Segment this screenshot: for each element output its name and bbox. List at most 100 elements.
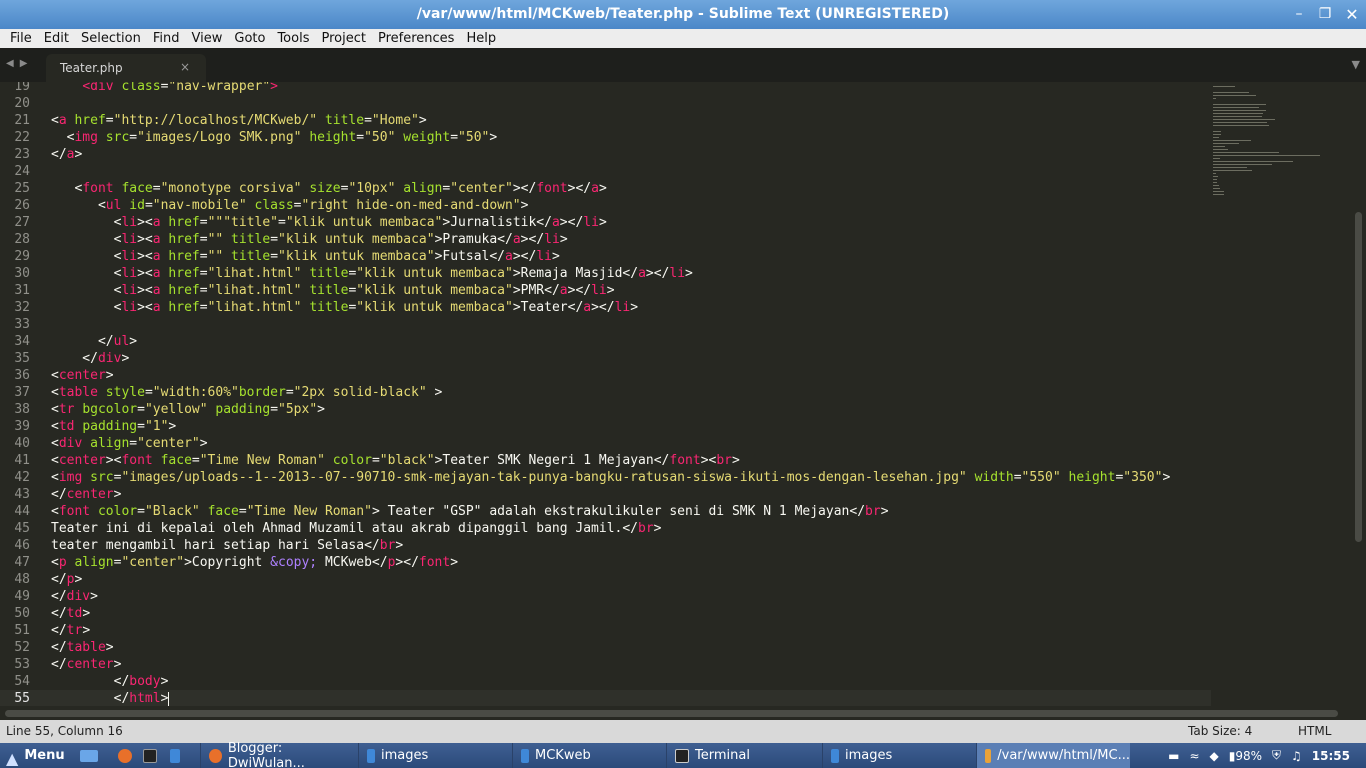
- code-line[interactable]: </center>: [51, 656, 121, 673]
- code-line[interactable]: </body>: [51, 673, 169, 690]
- code-editor[interactable]: 19 20 21 22 23 24 25 26 27 28 29 30 31 32 33 34 35 36 37 38…: [0, 82, 1366, 706]
- code-token: width: [974, 470, 1014, 485]
- minimap[interactable]: [1211, 82, 1351, 706]
- sublime-icon: [985, 748, 992, 763]
- menu-project[interactable]: Project: [315, 29, 371, 48]
- clock[interactable]: 15:55: [1312, 749, 1350, 763]
- minimize-icon[interactable]: –: [1286, 0, 1312, 29]
- code-line[interactable]: <td padding="1">: [51, 418, 176, 435]
- code-line[interactable]: <div align="center">: [51, 435, 208, 452]
- code-token: class: [121, 82, 161, 94]
- code-token: href: [74, 113, 106, 128]
- start-menu-button[interactable]: ▲ Menu: [6, 743, 65, 768]
- code-line[interactable]: </center>: [51, 486, 121, 503]
- code-token: "images/Logo SMK.png": [137, 130, 302, 145]
- code-token: face: [160, 453, 192, 468]
- volume-icon[interactable]: ♫: [1291, 749, 1302, 763]
- tab-list-dropdown-icon[interactable]: ▼: [1352, 58, 1360, 71]
- menu-file[interactable]: File: [4, 29, 38, 48]
- taskbar-window-blogger[interactable]: Blogger: DwiWulan...: [200, 741, 352, 768]
- minimap-line: [1213, 146, 1225, 147]
- tab-close-icon[interactable]: ×: [180, 60, 190, 74]
- code-token: "nav-mobile": [152, 198, 247, 213]
- code-line[interactable]: </table>: [51, 639, 114, 656]
- code-line[interactable]: <table style="width:60%"border="2px soli…: [51, 384, 442, 401]
- tab-teater-php[interactable]: Teater.php ×: [46, 54, 206, 82]
- menu-edit[interactable]: Edit: [38, 29, 75, 48]
- menu-help[interactable]: Help: [460, 29, 502, 48]
- line-number: 34: [14, 334, 30, 349]
- code-line[interactable]: <p align="center">Copyright &copy; MCKwe…: [51, 554, 458, 571]
- menu-selection[interactable]: Selection: [75, 29, 147, 48]
- code-line[interactable]: teater mengambil hari setiap hari Selasa…: [51, 537, 403, 554]
- shield-icon[interactable]: ⛨: [1272, 748, 1281, 763]
- code-line[interactable]: <li><a href="""title"="klik untuk membac…: [51, 214, 607, 231]
- code-line[interactable]: </html>: [51, 690, 170, 706]
- menu-tools[interactable]: Tools: [271, 29, 315, 48]
- code-line[interactable]: </p>: [51, 571, 82, 588]
- link-icon[interactable]: ▬: [1168, 749, 1179, 763]
- code-line[interactable]: <li><a href="lihat.html" title="klik unt…: [51, 282, 615, 299]
- code-line[interactable]: <font color="Black" face="Time New Roman…: [51, 503, 889, 520]
- code-line[interactable]: </div>: [51, 588, 98, 605]
- horizontal-scrollbar[interactable]: [0, 706, 1366, 720]
- menu-goto[interactable]: Goto: [228, 29, 271, 48]
- code-token: >: [168, 419, 177, 434]
- horizontal-scrollbar-thumb[interactable]: [5, 710, 1338, 717]
- close-icon[interactable]: ✕: [1338, 0, 1366, 29]
- wifi-icon[interactable]: ≈: [1189, 749, 1199, 763]
- code-line[interactable]: <li><a href="lihat.html" title="klik unt…: [51, 299, 638, 316]
- code-line[interactable]: <ul id="nav-mobile" class="right hide-on…: [51, 197, 529, 214]
- vertical-scrollbar-thumb[interactable]: [1355, 212, 1362, 542]
- code-line[interactable]: <center><font face="Time New Roman" colo…: [51, 452, 740, 469]
- code-line[interactable]: <li><a href="" title="klik untuk membaca…: [51, 248, 560, 265]
- taskbar-window-images-2[interactable]: images: [822, 743, 972, 768]
- code-line[interactable]: <div class="nav-wrapper">: [51, 82, 278, 95]
- taskbar-window-terminal[interactable]: Terminal: [666, 743, 816, 768]
- terminal-launcher-icon[interactable]: [143, 743, 163, 768]
- firefox-launcher-icon[interactable]: [118, 743, 138, 768]
- bluetooth-icon[interactable]: ◆: [1210, 749, 1219, 763]
- code-line[interactable]: </td>: [51, 605, 90, 622]
- code-line[interactable]: <center>: [51, 367, 114, 384]
- code-line[interactable]: <li><a href="" title="klik untuk membaca…: [51, 231, 568, 248]
- code-token: src: [105, 130, 130, 145]
- code-token: a: [152, 266, 169, 281]
- code-line[interactable]: <font face="monotype corsiva" size="10px…: [51, 180, 606, 197]
- code-token: </: [51, 691, 130, 706]
- code-token: ></: [567, 181, 592, 196]
- code-area[interactable]: <div class="nav-wrapper"> <a href="http:/…: [51, 82, 1211, 706]
- line-number: 22: [14, 130, 30, 145]
- code-line[interactable]: </div>: [51, 350, 129, 367]
- code-token: =: [199, 283, 208, 298]
- code-line[interactable]: <img src="images/Logo SMK.png" height="5…: [51, 129, 498, 146]
- taskbar-window-mckweb[interactable]: MCKweb: [512, 743, 662, 768]
- cursor-position: Line 55, Column 16: [6, 724, 123, 738]
- code-line[interactable]: </ul>: [51, 333, 137, 350]
- code-line[interactable]: Teater ini di kepalai oleh Ahmad Muzamil…: [51, 520, 661, 537]
- vertical-scrollbar[interactable]: [1351, 82, 1366, 706]
- code-line[interactable]: <img src = "images/uploads--1--2013--07--9…: [51, 469, 1170, 486]
- show-desktop-icon[interactable]: [80, 743, 104, 768]
- battery-icon[interactable]: ▮98%: [1229, 749, 1262, 763]
- code-line[interactable]: <li><a href="lihat.html" title="klik unt…: [51, 265, 693, 282]
- taskbar-window-images[interactable]: images: [358, 743, 506, 768]
- maximize-icon[interactable]: ❐: [1312, 0, 1338, 29]
- code-token: >: [317, 402, 325, 417]
- taskbar-window-sublime[interactable]: /var/www/html/MC...: [976, 743, 1130, 768]
- code-token: href: [168, 266, 200, 281]
- tab-nav-arrows-icon[interactable]: ◀▶: [6, 58, 33, 69]
- menu-preferences[interactable]: Preferences: [372, 29, 460, 48]
- code-line[interactable]: <tr bgcolor="yellow" padding="5px">: [51, 401, 325, 418]
- syntax-selector[interactable]: HTML: [1298, 724, 1331, 738]
- menu-view[interactable]: View: [186, 29, 229, 48]
- code-token: "http://localhost/MCKweb/": [113, 113, 318, 128]
- files-launcher-icon[interactable]: [170, 743, 186, 768]
- code-token: face: [121, 181, 153, 196]
- code-line[interactable]: </tr>: [51, 622, 90, 639]
- tab-size-selector[interactable]: Tab Size: 4: [1188, 724, 1252, 738]
- code-line[interactable]: <a href="http://localhost/MCKweb/" title…: [51, 112, 427, 129]
- code-line[interactable]: </a>: [51, 146, 82, 163]
- menu-find[interactable]: Find: [147, 29, 186, 48]
